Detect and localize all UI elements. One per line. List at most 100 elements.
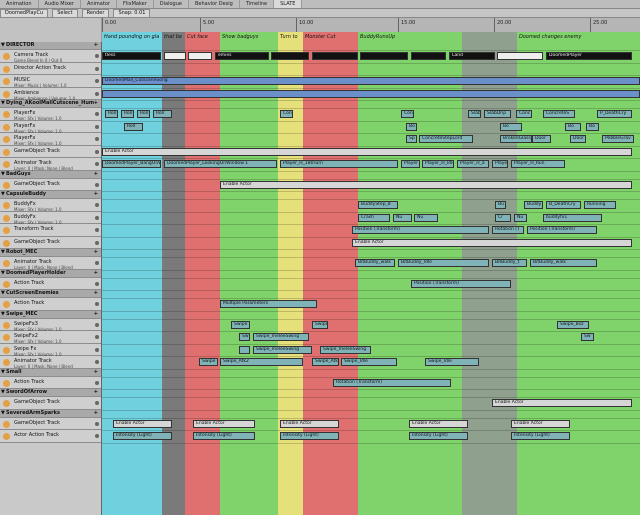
track-toggle-icon[interactable] [95, 66, 99, 71]
timeline-clip[interactable]: BitBuddy_Idle [398, 259, 489, 268]
timeline-clip[interactable] [411, 52, 446, 61]
timeline-clip[interactable]: Swipe_Bsz [557, 320, 589, 329]
timeline-clip[interactable]: PebbleGrav [602, 135, 634, 144]
timeline-clip[interactable]: Sp [406, 135, 417, 144]
track-row[interactable]: SwipeFx2 Mixer: Sfx | Volume: 1.0 [0, 331, 101, 344]
track-toggle-icon[interactable] [95, 240, 99, 245]
track-toggle-icon[interactable] [95, 434, 99, 438]
track-toggle-icon[interactable] [95, 360, 99, 364]
track-row[interactable]: GameObject Track [0, 236, 101, 249]
section-marker[interactable]: Turn to [278, 32, 303, 42]
track-row[interactable]: Action Track [0, 298, 101, 311]
timeline-clip[interactable]: Nu [393, 213, 412, 222]
timeline-clip[interactable]: DoomedMall_CutsceneSong [102, 77, 640, 86]
timeline-clip[interactable]: Sw [239, 333, 250, 342]
timeline-clip[interactable]: Position (Transform) [527, 226, 597, 235]
timeline-clip[interactable]: Swipe_meleeSwing [253, 345, 312, 354]
timeline-clip[interactable]: Land [449, 52, 495, 61]
timeline-clip[interactable]: Enable Actor [352, 238, 632, 247]
expand-arrow-icon[interactable]: ▼ [1, 191, 5, 198]
track-row[interactable]: Director Action Track [0, 62, 101, 75]
timeline-clip[interactable]: ConcreteS [543, 110, 575, 119]
section-marker[interactable]: that be [162, 32, 185, 42]
track-toggle-icon[interactable] [95, 228, 99, 232]
timeline-clip[interactable]: Slab [468, 110, 481, 119]
timeline-clip[interactable]: Roll [124, 122, 143, 131]
timeline-clip[interactable]: Enable Actor [193, 419, 255, 428]
expand-arrow-icon[interactable]: ▼ [1, 171, 5, 178]
add-track-icon[interactable]: + [94, 270, 98, 277]
timeline-clip[interactable]: Bo [500, 122, 522, 131]
scene-selector[interactable]: DoomedPlayCu [0, 8, 49, 18]
timeline-clip[interactable]: Bo [565, 122, 581, 131]
track-toggle-icon[interactable] [95, 54, 99, 58]
expand-arrow-icon[interactable]: ▼ [1, 270, 5, 277]
timeline-clip[interactable]: Player_H_180Turn [280, 160, 398, 169]
timeline-clip[interactable]: Intensity (Light) [409, 432, 468, 441]
section-marker[interactable]: Monster Cut [303, 32, 358, 42]
timeline-clip[interactable]: Player [401, 160, 420, 169]
timeline-clip[interactable] [188, 52, 212, 61]
timeline-clip[interactable]: BitBuddy_walk [355, 259, 395, 268]
timeline-clip[interactable]: Running [584, 201, 616, 210]
track-row[interactable]: Action Track [0, 376, 101, 389]
timeline-clip[interactable] [360, 52, 408, 61]
track-group[interactable]: ▼ Swipe_MEC + [0, 310, 101, 319]
track-row[interactable]: PlayerFx Mixer: Sfx | Volume: 1.0 [0, 108, 101, 121]
track-row[interactable]: Swipe Fx Mixer: Sfx | Volume: 1.0 [0, 343, 101, 357]
track-row[interactable]: PlayerFx Mixer: Sfx | Volume: 1.0 [0, 120, 101, 134]
timeline-clip[interactable]: DoomedPlayer_LookingOnWindow 1 [164, 160, 277, 169]
expand-arrow-icon[interactable]: ▼ [1, 311, 5, 318]
timeline-clip[interactable]: Enable Actor [280, 419, 339, 428]
timeline-clip[interactable]: Bo [586, 122, 599, 131]
track-toggle-icon[interactable] [95, 335, 99, 339]
track-row[interactable]: GameObject Track [0, 145, 101, 158]
track-toggle-icon[interactable] [95, 322, 99, 327]
track-row[interactable]: GameObject Track [0, 397, 101, 410]
timeline-clip[interactable]: Intensity (Light) [113, 432, 172, 441]
timeline-clip[interactable]: SlabDrip [484, 110, 511, 119]
timeline-clip[interactable]: Enable Actor [409, 419, 468, 428]
track-row[interactable]: GameObject Track [0, 178, 101, 191]
track-row[interactable]: Animator Track Layer: 0 | Mask: None | Bl… [0, 257, 101, 270]
timeline-clip[interactable]: Enable Actor [220, 180, 632, 189]
editor-tab[interactable]: Audio Mixer [39, 0, 81, 8]
section-marker[interactable]: Doomed changes enemy [517, 32, 640, 42]
timeline-clip[interactable]: Rotation (T [492, 226, 524, 235]
track-toggle-icon[interactable] [95, 203, 99, 207]
track-toggle-icon[interactable] [95, 215, 99, 220]
timeline-clip[interactable] [239, 345, 250, 354]
section-marker[interactable]: Cut face [185, 32, 220, 42]
timeline-clip[interactable]: Buddy [524, 201, 543, 210]
timeline-clip[interactable]: Swipe_Atk3 [312, 358, 339, 367]
timeline-clip[interactable]: Conc [516, 110, 532, 119]
timeline-clip[interactable]: P_DeathCry [597, 110, 632, 119]
timeline-clip[interactable]: Multiple Parameters [220, 300, 317, 309]
editor-tab[interactable]: Timeline [240, 0, 275, 8]
timeline-clip[interactable]: Bu [495, 201, 506, 210]
track-row[interactable]: Camera Track Game Blend In 0 / Out 0 [0, 50, 101, 63]
timeline-clip[interactable] [497, 52, 543, 61]
add-track-icon[interactable]: + [94, 290, 98, 297]
timeline-clip[interactable]: tless [102, 52, 161, 61]
timeline-clip[interactable]: Roll [137, 110, 150, 119]
expand-arrow-icon[interactable]: ▼ [1, 100, 5, 107]
add-track-icon[interactable]: + [94, 249, 98, 256]
timeline-clip[interactable]: Intensity (Light) [193, 432, 255, 441]
section-marker[interactable] [462, 32, 517, 42]
track-toggle-icon[interactable] [95, 137, 99, 141]
timeline-clip[interactable]: Rotation (Transform) [333, 378, 451, 387]
timeline-clip[interactable]: Swipe_Idle [425, 358, 479, 367]
track-group[interactable]: ▼ Small + [0, 368, 101, 377]
add-track-icon[interactable]: + [94, 191, 98, 198]
timeline-clip[interactable] [312, 52, 358, 61]
timeline-clip[interactable]: Enable Actor [492, 399, 632, 408]
expand-arrow-icon[interactable]: ▼ [1, 369, 5, 376]
track-row[interactable]: PlayerFx Mixer: Sfx | Volume: 1.0 [0, 133, 101, 146]
timeline-clip[interactable]: Roll [105, 110, 118, 119]
track-row[interactable]: GameObject Track [0, 417, 101, 430]
timeline-clip[interactable] [164, 52, 186, 61]
timeline-clip[interactable]: B_DeathCry [546, 201, 581, 210]
track-toggle-icon[interactable] [95, 421, 99, 426]
editor-tab[interactable]: Animation [0, 0, 39, 8]
